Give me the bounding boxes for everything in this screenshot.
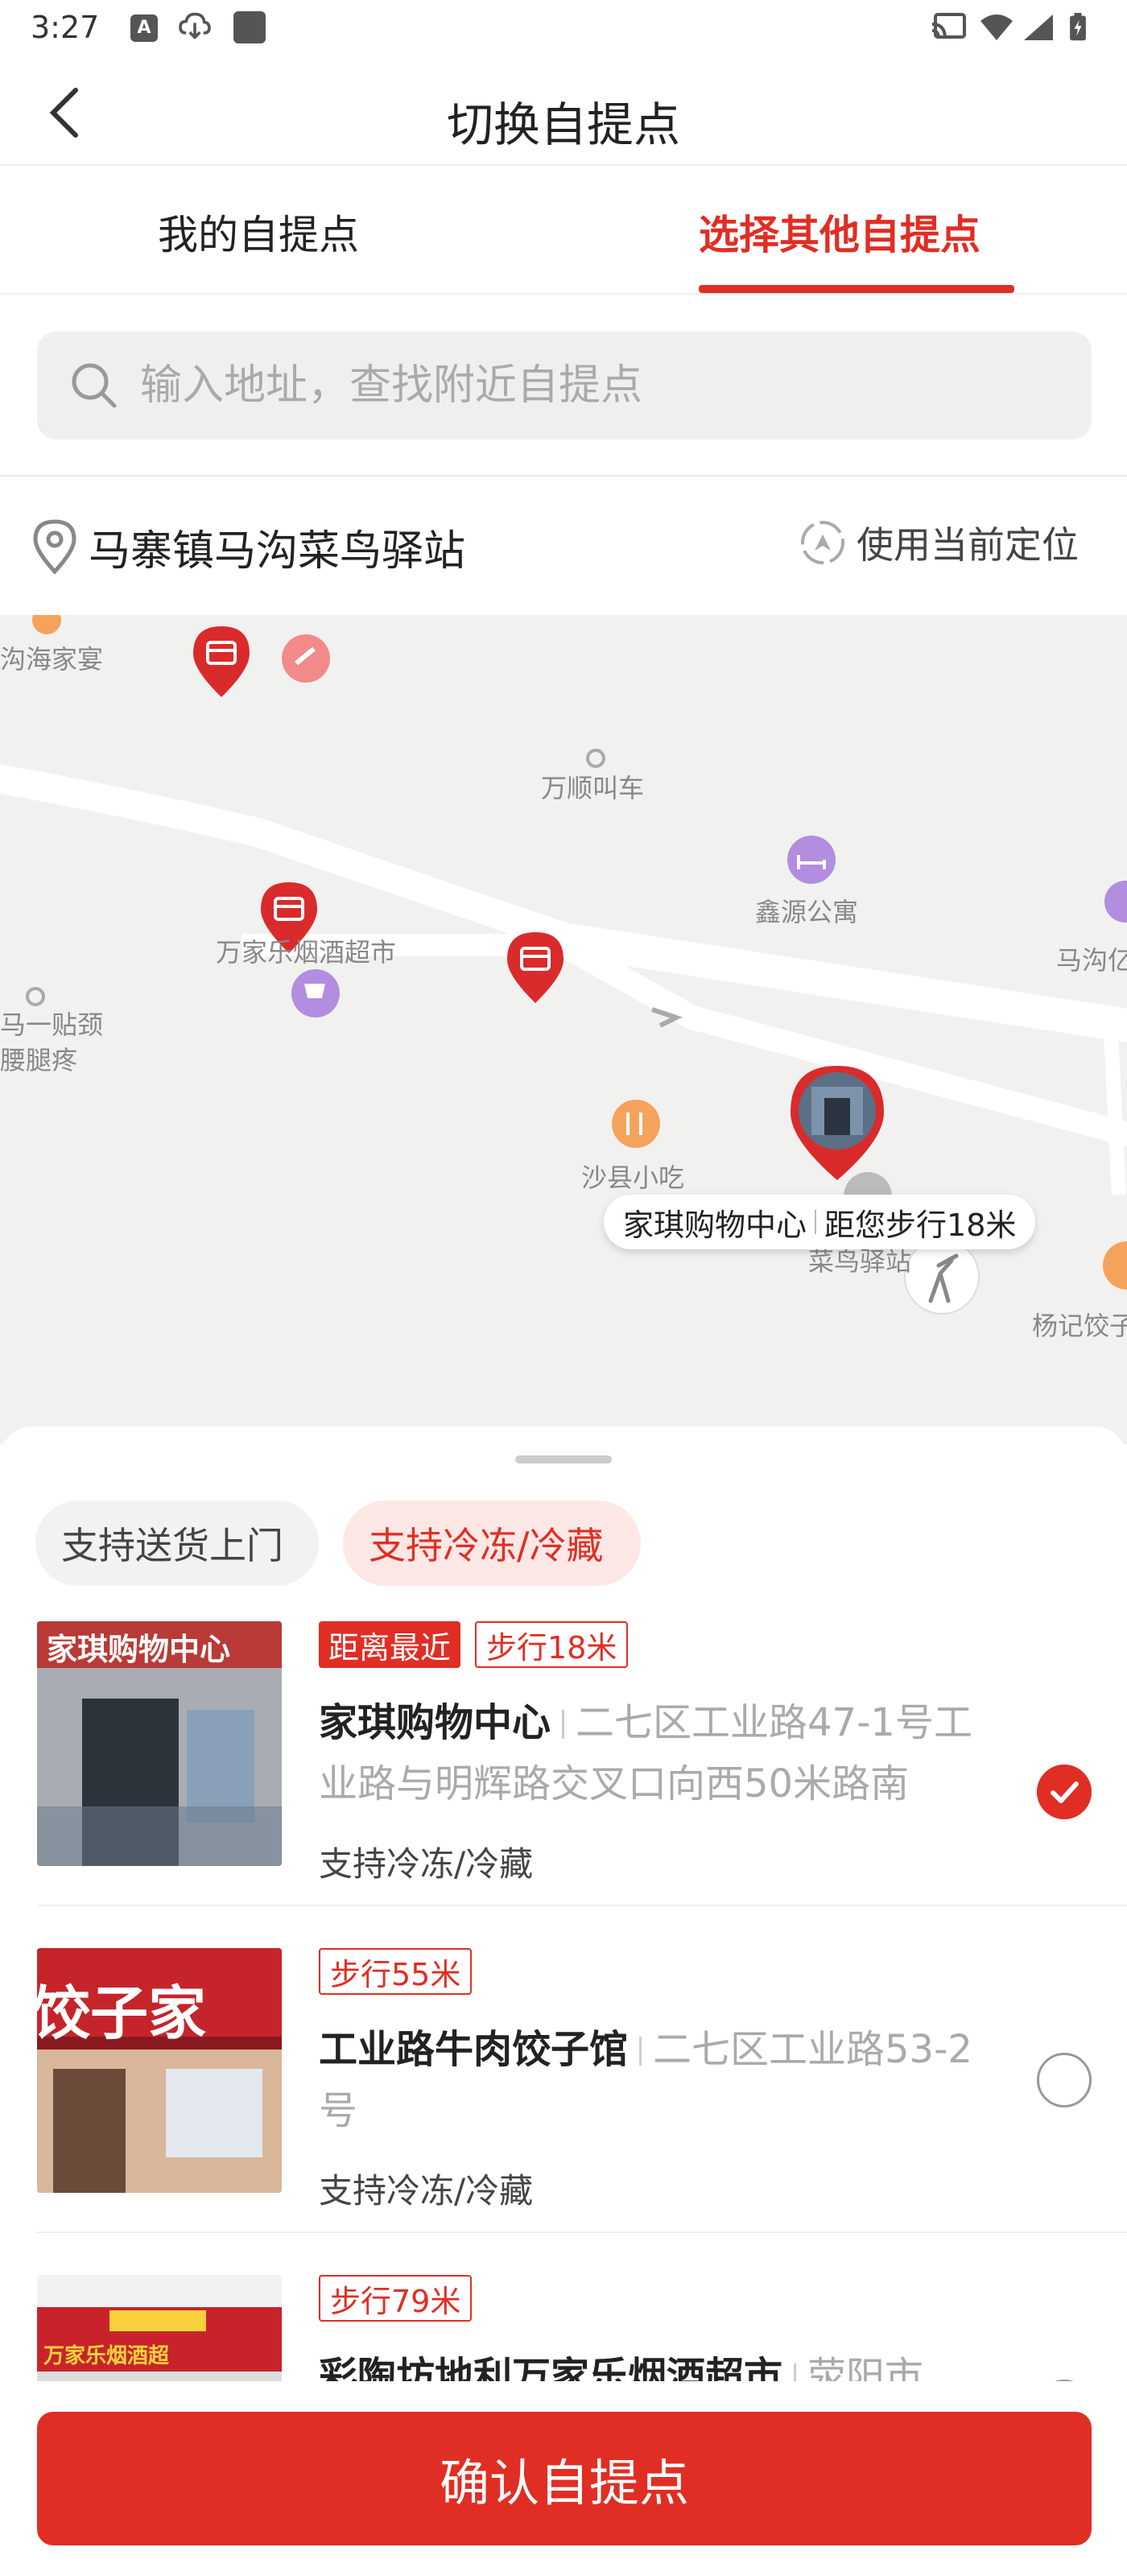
map-callout: 家琪购物中心 距您步行18米 <box>604 1195 1036 1249</box>
callout-distance: 距您步行18米 <box>824 1207 1017 1243</box>
use-current-location-button[interactable]: 使用当前定位 <box>799 517 1079 568</box>
map-poi-label: 鑫源公寓 <box>755 897 859 927</box>
store-badges: 步行55米 <box>319 1948 473 1995</box>
search-icon <box>72 363 117 408</box>
map-poi-label: 万家乐烟酒超市 <box>216 937 397 968</box>
signal-icon <box>1024 14 1053 40</box>
confirm-bar: 确认自提点 <box>0 2381 1127 2576</box>
map-poi-label: 沟海家宴 <box>0 644 104 675</box>
cast-icon <box>931 13 966 39</box>
selected-store-marker[interactable] <box>787 1063 887 1183</box>
store-name: 家琪购物中心 <box>319 1700 551 1745</box>
battery-charging-icon <box>1070 13 1086 41</box>
map-poi-label: 马一贴颈 <box>0 1009 104 1040</box>
unselected-radio[interactable] <box>1037 2053 1092 2107</box>
tab-my-pickup[interactable]: 我的自提点 <box>158 203 359 261</box>
status-bar: 3:27 A <box>0 0 1127 58</box>
search-input[interactable] <box>140 348 1066 423</box>
store-support-tag: 支持冷冻/冷藏 <box>319 2171 534 2211</box>
walk-distance-badge: 步行79米 <box>319 2275 473 2322</box>
walk-distance-badge: 步行55米 <box>319 1948 473 1995</box>
drag-handle[interactable] <box>515 1455 612 1463</box>
store-list-item[interactable]: 家琪购物中心 距离最近 步行18米 家琪购物中心 二七区工业路47-1号工业路与明… <box>0 1621 1127 1948</box>
store-badges: 距离最近 步行18米 <box>319 1621 629 1668</box>
map-poi-label: 腰腿疼 <box>0 1045 78 1075</box>
store-support-tag: 支持冷冻/冷藏 <box>319 1844 534 1884</box>
location-pin-icon <box>33 519 76 575</box>
walk-distance-badge: 步行18米 <box>475 1621 629 1668</box>
current-location-row: 马寨镇马沟菜鸟驿站 使用当前定位 <box>0 477 1127 615</box>
store-photo: 家琪购物中心 <box>37 1621 282 1866</box>
map-poi-label: 杨记饺子 <box>1032 1311 1127 1341</box>
current-location-name: 马寨镇马沟菜鸟驿站 <box>89 527 466 576</box>
store-name-address: 家琪购物中心 二七区工业路47-1号工业路与明辉路交叉口向西50米路南 <box>319 1692 1003 1814</box>
cloud-download-icon <box>179 12 211 39</box>
page-title: 切换自提点 <box>446 97 680 152</box>
store-marker[interactable] <box>192 625 251 700</box>
tab-bar: 我的自提点 选择其他自提点 <box>0 167 1127 295</box>
locate-icon <box>801 521 844 564</box>
filter-cold-storage[interactable]: 支持冷冻/冷藏 <box>343 1501 641 1586</box>
store-badges: 步行79米 <box>319 2275 473 2322</box>
store-marker[interactable] <box>506 931 565 1006</box>
person-walking-icon <box>904 1241 980 1315</box>
store-sign-text: 万家乐烟酒超 <box>43 2344 170 2368</box>
store-photo: 饺子家 <box>37 1948 282 2193</box>
map-poi-markers <box>26 615 1127 1290</box>
map-view[interactable]: 沟海家宴 万顺叫车 鑫源公寓 马沟亿 万家乐烟酒超市 马一贴颈 腰腿疼 沙县小吃… <box>0 615 1127 1444</box>
store-list-item[interactable]: 饺子家 步行55米 工业路牛肉饺子馆 二七区工业路53-2号 支持冷冻/冷藏 <box>0 1948 1127 2275</box>
search-box[interactable] <box>37 332 1092 440</box>
filter-home-delivery[interactable]: 支持送货上门 <box>35 1501 319 1586</box>
use-current-location-label: 使用当前定位 <box>857 523 1079 567</box>
app-icon <box>233 11 266 43</box>
store-name: 工业路牛肉饺子馆 <box>319 2027 629 2072</box>
store-name-address: 工业路牛肉饺子馆 二七区工业路53-2号 <box>319 2019 1003 2141</box>
confirm-pickup-button[interactable]: 确认自提点 <box>37 2412 1092 2545</box>
nearest-badge: 距离最近 <box>319 1621 461 1668</box>
a-icon: A <box>130 14 158 42</box>
wifi-icon <box>980 14 1013 40</box>
callout-store-name: 家琪购物中心 <box>623 1207 807 1243</box>
map-poi-label: 万顺叫车 <box>541 773 645 803</box>
header: 切换自提点 <box>0 58 1127 166</box>
store-sign-text: 家琪购物中心 <box>47 1632 231 1667</box>
divider <box>37 1905 1127 1906</box>
active-tab-indicator <box>699 285 1014 293</box>
selected-check-icon[interactable] <box>1037 1765 1092 1819</box>
map-poi-label: 沙县小吃 <box>581 1162 685 1193</box>
store-sign-text: 饺子家 <box>37 1979 207 2047</box>
status-time: 3:27 <box>31 10 100 45</box>
divider <box>37 2231 1127 2233</box>
map-poi-label: 马沟亿 <box>1056 945 1127 976</box>
tab-other-pickup[interactable]: 选择其他自提点 <box>699 203 980 261</box>
